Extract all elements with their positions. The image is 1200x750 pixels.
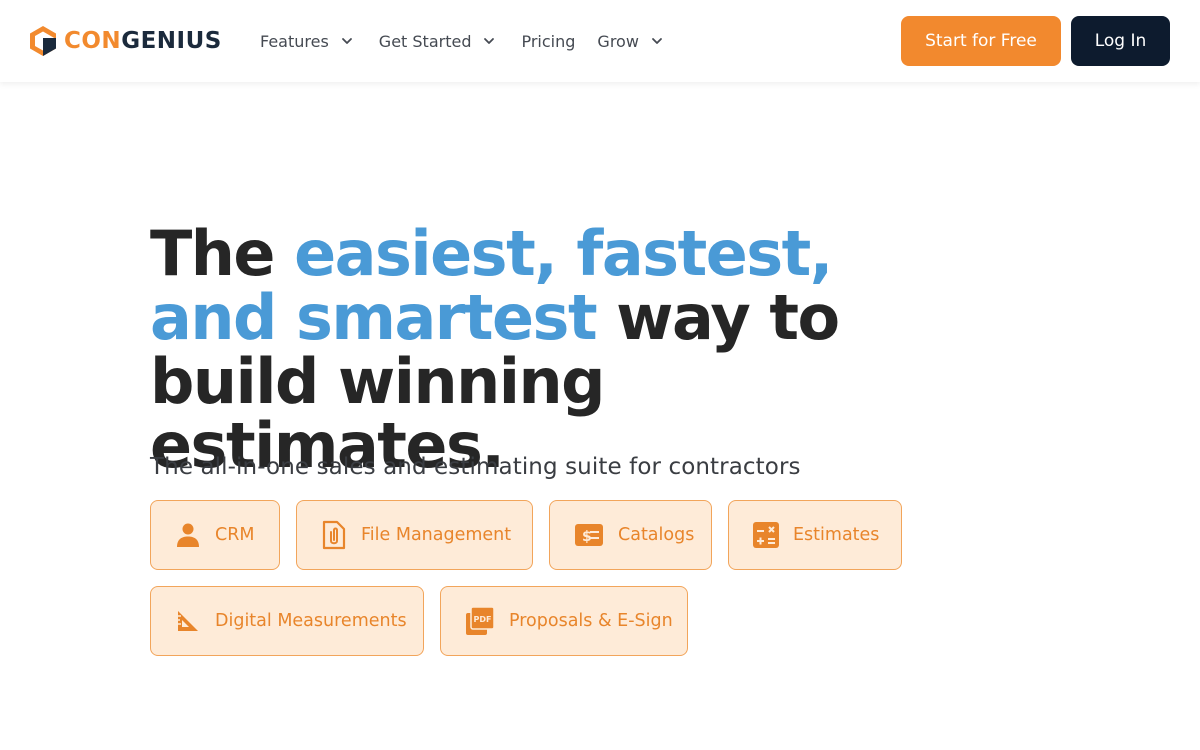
chevron-down-icon (341, 38, 352, 44)
feature-chip-estimates[interactable]: Estimates (728, 500, 902, 570)
feature-chip-crm[interactable]: CRM (150, 500, 280, 570)
feature-chip-digital-measurements[interactable]: Digital Measurements (150, 586, 424, 656)
price-tag-icon: $ (575, 524, 603, 546)
site-header: CONGENIUS Features Get Started Pricing G… (0, 0, 1200, 82)
nav-grow-label: Grow (597, 31, 639, 51)
feature-chip-label: Estimates (793, 525, 880, 545)
logo-wordmark: CONGENIUS (64, 26, 222, 56)
file-attachment-icon (322, 520, 346, 550)
hero-title: The easiest, fastest, and smartest way t… (150, 222, 910, 478)
logo[interactable]: CONGENIUS (30, 26, 222, 56)
main-nav: Features Get Started Pricing Grow (260, 0, 663, 82)
calculator-icon (753, 522, 779, 548)
feature-chip-label: CRM (215, 525, 255, 545)
chevron-down-icon (484, 38, 495, 44)
nav-get-started-label: Get Started (378, 31, 472, 51)
nav-features[interactable]: Features (260, 0, 353, 82)
nav-get-started[interactable]: Get Started (379, 0, 496, 82)
feature-chip-file-management[interactable]: File Management (296, 500, 533, 570)
feature-chip-proposals-e-sign[interactable]: PDF Proposals & E-Sign (440, 586, 688, 656)
nav-pricing[interactable]: Pricing (521, 0, 575, 82)
svg-text:PDF: PDF (474, 615, 492, 624)
feature-chip-label: File Management (361, 525, 512, 545)
logo-text-con: CON (64, 28, 122, 54)
nav-grow[interactable]: Grow (597, 0, 663, 82)
hero-title-part1: The (150, 217, 295, 290)
pdf-files-icon: PDF (466, 606, 495, 635)
feature-chip-label: Catalogs (618, 525, 695, 545)
congenius-logo-icon (30, 26, 56, 56)
set-square-icon (178, 611, 198, 631)
start-for-free-button[interactable]: Start for Free (901, 16, 1061, 66)
log-in-button[interactable]: Log In (1071, 16, 1170, 66)
nav-pricing-label: Pricing (521, 31, 576, 51)
person-icon (177, 523, 199, 547)
logo-text-genius: GENIUS (121, 28, 222, 54)
nav-features-label: Features (260, 31, 329, 51)
feature-chip-label: Proposals & E-Sign (509, 611, 673, 631)
hero-subtitle: The all-in-one sales and estimating suit… (150, 454, 801, 480)
feature-chip-label: Digital Measurements (215, 611, 407, 631)
chevron-down-icon (652, 38, 662, 44)
feature-chip-catalogs[interactable]: $ Catalogs (549, 500, 712, 570)
